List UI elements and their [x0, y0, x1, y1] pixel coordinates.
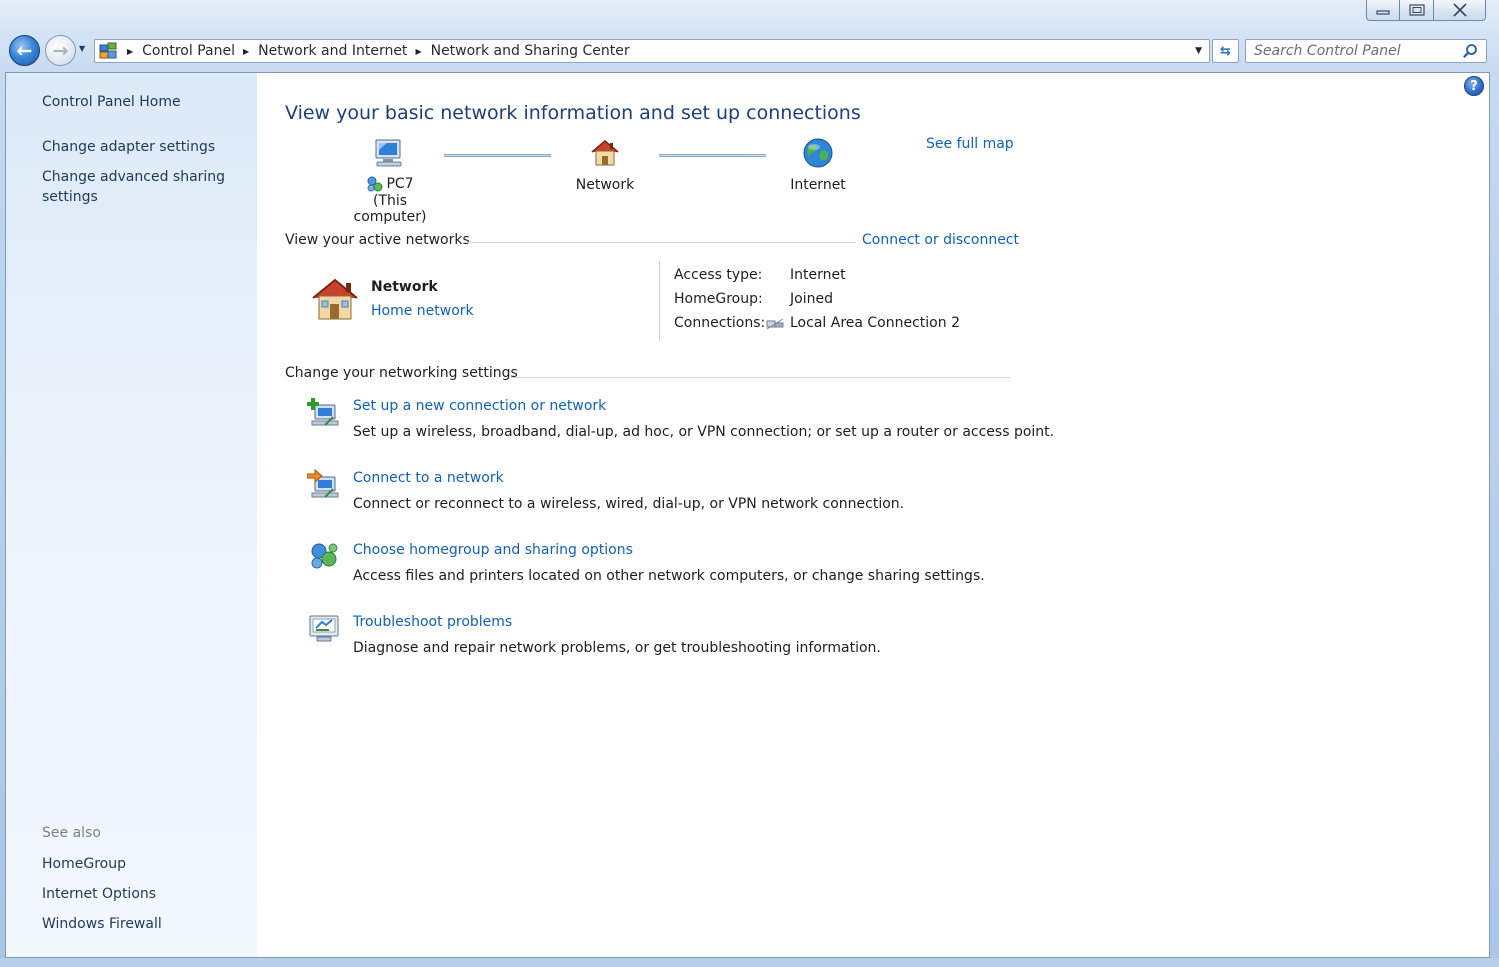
- breadcrumb-separator[interactable]: ▶: [243, 47, 249, 56]
- map-connection-line: [444, 154, 551, 157]
- address-bar[interactable]: ▶ Control Panel ▶ Network and Internet ▶…: [94, 39, 1210, 63]
- back-button[interactable]: ←: [9, 35, 40, 66]
- minimize-icon: [1376, 10, 1390, 15]
- connections-label: Connections:: [674, 315, 766, 331]
- minimize-button[interactable]: [1366, 0, 1400, 21]
- refresh-icon: ⇆: [1220, 43, 1231, 59]
- setup-connection-desc: Set up a wireless, broadband, dial-up, a…: [353, 424, 1055, 440]
- computer-icon: [375, 139, 402, 167]
- forward-button[interactable]: →: [45, 35, 76, 66]
- map-internet-label: Internet: [790, 177, 846, 193]
- address-dropdown-icon[interactable]: ▼: [1195, 46, 1202, 56]
- homegroup-joined-link[interactable]: Joined: [790, 291, 833, 307]
- sidebar-control-panel-home[interactable]: Control Panel Home: [42, 92, 181, 112]
- home-network-link[interactable]: Home network: [371, 303, 474, 319]
- homegroup-label: HomeGroup:: [674, 291, 763, 307]
- setup-connection-link[interactable]: Set up a new connection or network: [353, 398, 606, 414]
- see-full-map-link[interactable]: See full map: [926, 136, 1014, 152]
- sidebar-change-adapter-settings[interactable]: Change adapter settings: [42, 137, 215, 157]
- globe-icon: [803, 138, 833, 168]
- homegroup-sharing-desc: Access files and printers located on oth…: [353, 568, 985, 584]
- access-type-value: Internet: [790, 267, 846, 283]
- connect-network-link[interactable]: Connect to a network: [353, 470, 504, 486]
- breadcrumb-separator[interactable]: ▶: [127, 47, 133, 56]
- computer-name: PC7: [386, 176, 414, 192]
- ethernet-icon: [766, 318, 784, 330]
- breadcrumb-separator[interactable]: ▶: [415, 47, 421, 56]
- maximize-button[interactable]: [1400, 0, 1434, 21]
- map-network-label: Network: [575, 177, 635, 193]
- access-type-label: Access type:: [674, 267, 763, 283]
- troubleshoot-icon: [309, 615, 339, 642]
- divider: [511, 377, 1010, 378]
- computer-sub-label: (This computer): [353, 193, 427, 225]
- homegroup-icon: [311, 543, 338, 569]
- help-button[interactable]: ?: [1464, 76, 1484, 96]
- window-bottom-border: [0, 958, 1499, 967]
- restore-icon: [1408, 4, 1425, 16]
- connect-network-icon: [307, 468, 339, 498]
- client-area: Control Panel Home Change adapter settin…: [5, 72, 1490, 958]
- breadcrumb-control-panel[interactable]: Control Panel: [142, 43, 235, 59]
- divider: [463, 242, 856, 243]
- active-network-name: Network: [371, 279, 438, 295]
- connect-or-disconnect-link[interactable]: Connect or disconnect: [862, 232, 1019, 248]
- sidebar-change-advanced-sharing[interactable]: Change advanced sharing settings: [42, 167, 232, 207]
- sidebar: Control Panel Home Change adapter settin…: [6, 73, 257, 957]
- troubleshoot-desc: Diagnose and repair network problems, or…: [353, 640, 881, 656]
- house-icon: [591, 140, 619, 166]
- close-icon: [1452, 3, 1467, 17]
- local-area-connection-link[interactable]: Local Area Connection 2: [790, 315, 960, 331]
- recent-pages-dropdown[interactable]: ▼: [79, 44, 85, 53]
- back-arrow-icon: ←: [16, 39, 33, 62]
- map-node-internet[interactable]: Internet: [778, 137, 858, 193]
- sidebar-windows-firewall[interactable]: Windows Firewall: [42, 914, 162, 934]
- main-content: View your basic network information and …: [285, 73, 1054, 953]
- page-title: View your basic network information and …: [285, 102, 861, 124]
- home-network-icon: [312, 278, 358, 320]
- map-connection-line: [659, 154, 766, 157]
- search-box[interactable]: [1245, 39, 1487, 63]
- connect-network-desc: Connect or reconnect to a wireless, wire…: [353, 496, 905, 512]
- breadcrumb-network-and-internet[interactable]: Network and Internet: [258, 43, 407, 59]
- close-button[interactable]: [1434, 0, 1486, 21]
- search-input[interactable]: [1254, 42, 1454, 60]
- search-icon[interactable]: [1462, 43, 1478, 59]
- sidebar-homegroup[interactable]: HomeGroup: [42, 854, 126, 874]
- caption-buttons: [1366, 0, 1486, 21]
- refresh-button[interactable]: ⇆: [1212, 39, 1239, 63]
- map-node-network[interactable]: Network: [565, 137, 645, 193]
- map-node-computer[interactable]: PC7 (This computer): [340, 137, 440, 225]
- breadcrumb-network-sharing-center[interactable]: Network and Sharing Center: [431, 43, 630, 59]
- active-networks-heading: View your active networks: [285, 232, 470, 248]
- divider: [659, 261, 660, 341]
- change-settings-heading: Change your networking settings: [285, 365, 518, 381]
- help-icon: ?: [1470, 78, 1478, 94]
- homegroup-sharing-link[interactable]: Choose homegroup and sharing options: [353, 542, 633, 558]
- sidebar-internet-options[interactable]: Internet Options: [42, 884, 156, 904]
- see-also-heading: See also: [42, 825, 101, 841]
- forward-arrow-icon: →: [52, 39, 69, 62]
- control-panel-icon: [97, 40, 119, 62]
- new-connection-icon: [307, 398, 339, 426]
- network-share-icon: [367, 176, 383, 192]
- troubleshoot-link[interactable]: Troubleshoot problems: [353, 614, 512, 630]
